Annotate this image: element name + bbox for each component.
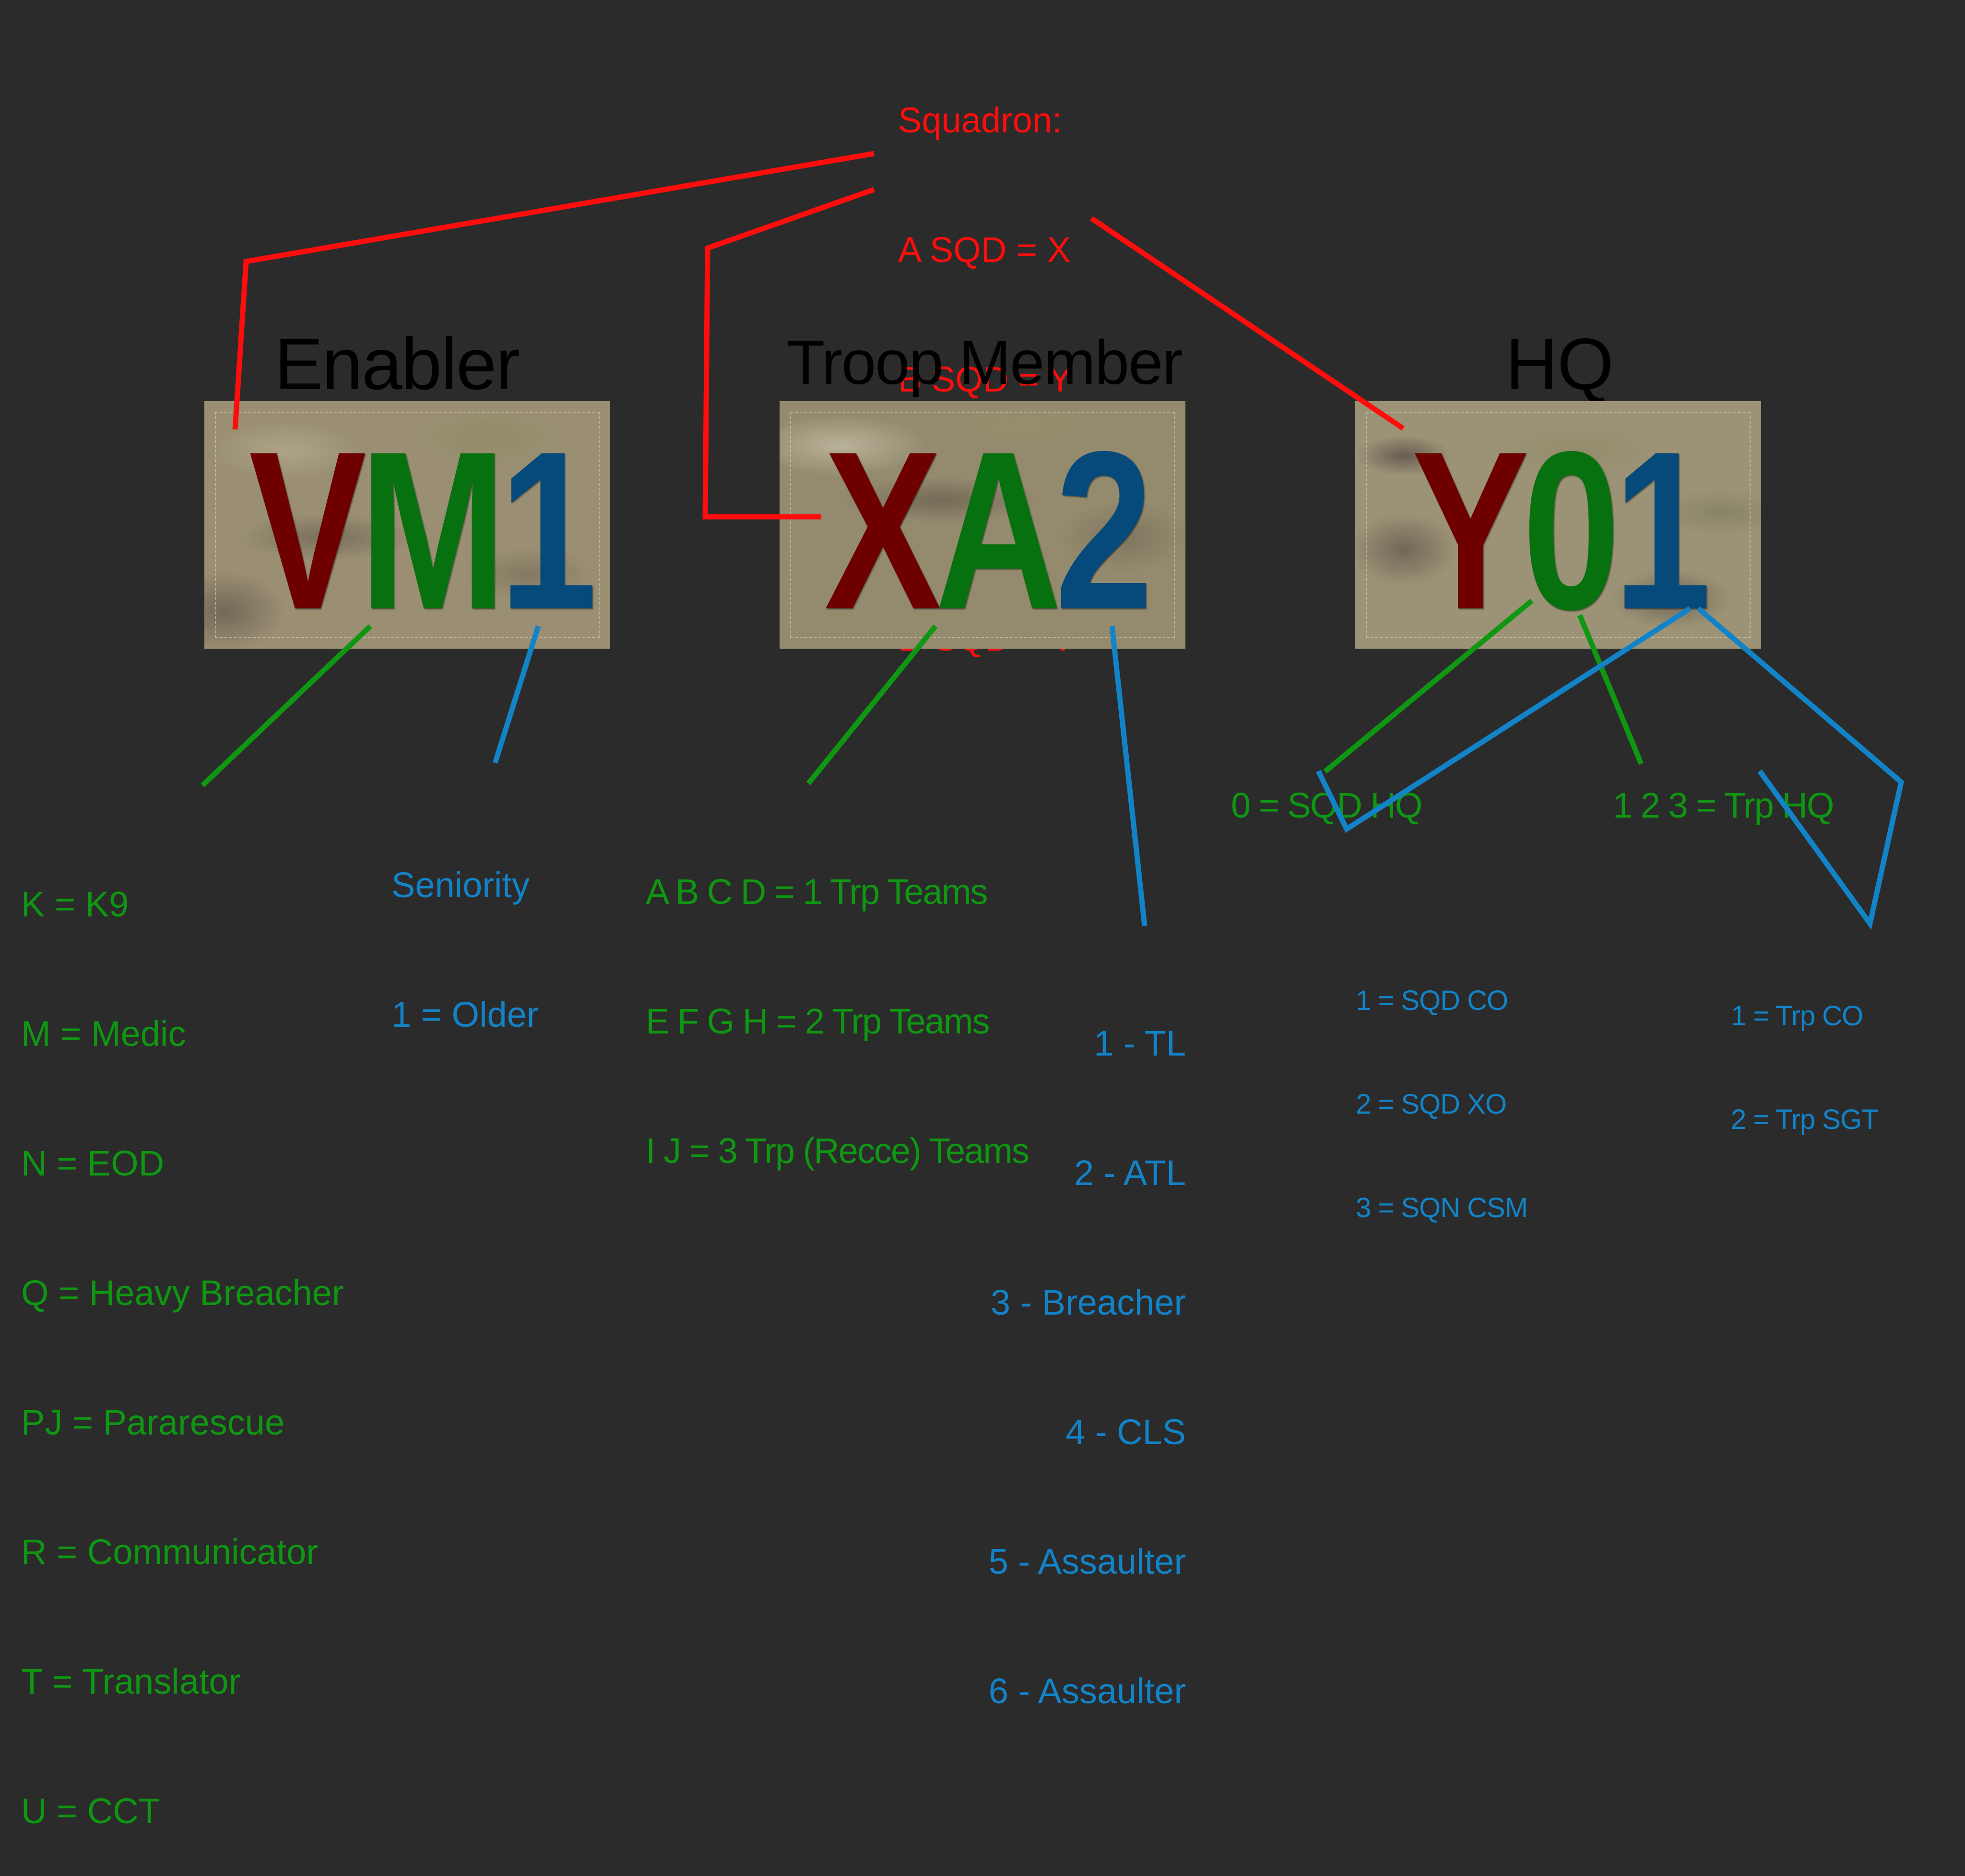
hq-title: HQ	[1505, 323, 1614, 405]
legend-item: M = Medic	[21, 1014, 186, 1054]
connector-enabler-role	[201, 624, 372, 787]
legend-item: N = EOD	[21, 1143, 165, 1183]
hq-sqd-positions-legend: 1 = SQD CO 2 = SQD XO 3 = SQN CSM	[1356, 914, 1528, 1260]
patch-role-letter: 0	[1522, 404, 1620, 649]
legend-item: 4 - CLS	[1065, 1412, 1186, 1452]
legend-item: K = K9	[21, 884, 129, 924]
legend-item: PJ = Pararescue	[21, 1402, 285, 1442]
legend-item: 1 - TL	[1094, 1023, 1186, 1063]
troop-position-legend: 1 - TL 2 - ATL 3 - Breacher 4 - CLS 5 - …	[940, 936, 1186, 1756]
hq-trp-legend: 1 2 3 = Trp HQ	[1613, 785, 1834, 825]
legend-item: A B C D = 1 Trp Teams	[646, 872, 988, 912]
troop-member-patch: XA2	[780, 401, 1185, 649]
enabler-role-legend: K = K9 M = Medic N = EOD Q = Heavy Breac…	[21, 796, 343, 1876]
patch-number: 2	[1055, 404, 1153, 649]
legend-heading: Seniority	[391, 865, 530, 905]
legend-item: 2 = SQD XO	[1356, 1089, 1507, 1120]
patch-code: XA2	[824, 418, 1153, 643]
patch-number: 1	[499, 404, 597, 649]
enabler-patch: VM1	[204, 401, 610, 649]
patch-squadron-letter: V	[249, 404, 367, 649]
patch-code: VM1	[249, 418, 597, 643]
patch-squadron-letter: Y	[1411, 404, 1529, 649]
legend-item: R = Communicator	[21, 1532, 318, 1572]
connector-troop-position	[1109, 626, 1148, 926]
seniority-legend: Seniority 1 = Older	[391, 777, 538, 1080]
patch-squadron-letter: X	[824, 404, 942, 649]
patch-code: Y01	[1400, 418, 1716, 643]
legend-item: 2 - ATL	[1074, 1153, 1186, 1193]
legend-item: 3 = SQN CSM	[1356, 1192, 1528, 1223]
squadron-heading: Squadron:	[898, 100, 1062, 140]
legend-item: 2 = Trp SGT	[1731, 1104, 1878, 1135]
legend-item: 5 - Assaulter	[988, 1542, 1186, 1581]
hq-trp-positions-legend: 1 = Trp CO 2 = Trp SGT	[1731, 930, 1878, 1172]
squadron-item: A SQD = X	[898, 230, 1071, 270]
connector-hq-trp-positions	[1696, 606, 1905, 930]
legend-item: 1 = Trp CO	[1731, 1000, 1863, 1032]
hq-patch: Y01	[1355, 401, 1761, 649]
enabler-title: Enabler	[274, 323, 520, 405]
legend-item: T = Translator	[21, 1662, 241, 1701]
patch-number: 1	[1613, 404, 1711, 649]
legend-item: 1 = SQD CO	[1356, 985, 1508, 1016]
patch-role-letter: A	[935, 404, 1062, 649]
legend-item: 3 - Breacher	[990, 1282, 1186, 1322]
hq-sqd-legend: 0 = SQD HQ	[1231, 785, 1422, 825]
legend-item: 6 - Assaulter	[988, 1671, 1186, 1711]
legend-item: U = CCT	[21, 1791, 160, 1831]
troop-member-title: Troop Member	[787, 327, 1183, 397]
patch-role-letter: M	[359, 404, 506, 649]
legend-item: Q = Heavy Breacher	[21, 1273, 344, 1313]
legend-item: 1 = Older	[391, 995, 539, 1034]
